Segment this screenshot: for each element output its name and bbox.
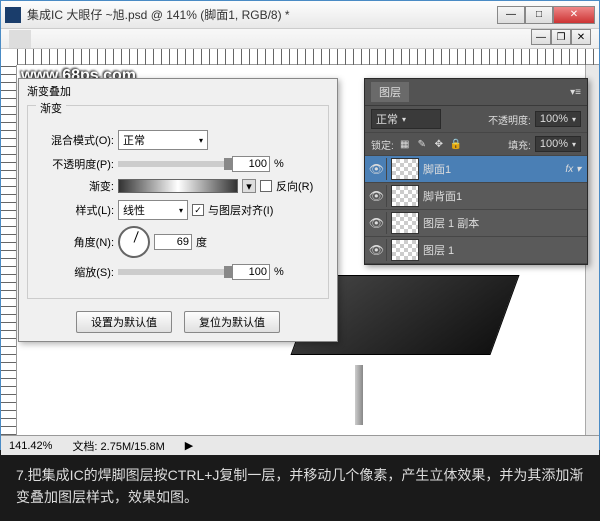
layer-row[interactable]: 👁 图层 1 副本 (365, 210, 587, 237)
layer-thumb[interactable] (391, 185, 419, 207)
ruler-vertical (1, 65, 17, 435)
doc-tabbar: — ❐ ✕ (1, 29, 599, 49)
visibility-icon[interactable]: 👁 (367, 239, 387, 261)
lock-all-icon[interactable]: 🔒 (449, 137, 463, 151)
gradient-overlay-dialog: 渐变叠加 渐变 混合模式(O): 正常 不透明度(P): % 渐变: ▾ 反向(… (18, 78, 338, 342)
layer-opacity-input[interactable]: 100% (535, 111, 581, 127)
align-checkbox[interactable]: ✓ (192, 204, 204, 216)
layer-thumb[interactable] (391, 239, 419, 261)
angle-unit: 度 (196, 234, 207, 250)
gradient-label: 渐变: (36, 178, 114, 194)
lock-label: 锁定: (371, 137, 394, 152)
window-title: 集成IC 大眼仔 ~旭.psd @ 141% (脚面1, RGB/8) * (27, 6, 497, 23)
angle-input[interactable] (154, 234, 192, 250)
maximize-button[interactable]: □ (525, 6, 553, 24)
layer-list: 👁 脚面1fx ▾ 👁 脚背面1 👁 图层 1 副本 👁 图层 1 (365, 156, 587, 264)
layer-thumb[interactable] (391, 212, 419, 234)
chip-artwork (305, 275, 525, 385)
layers-panel: 图层 ▾≡ 正常 不透明度: 100% 锁定: ▦ ✎ ✥ 🔒 填充: 100%… (364, 78, 588, 265)
layer-name: 图层 1 副本 (423, 215, 585, 231)
blend-mode-dropdown[interactable]: 正常 (118, 130, 208, 150)
titlebar: 集成IC 大眼仔 ~旭.psd @ 141% (脚面1, RGB/8) * — … (1, 1, 599, 29)
angle-label: 角度(N): (36, 234, 114, 250)
visibility-icon[interactable]: 👁 (367, 158, 387, 180)
fx-badge[interactable]: fx ▾ (565, 164, 581, 175)
layer-name: 脚面1 (423, 161, 565, 177)
zoom-level[interactable]: 141.42% (9, 440, 52, 452)
doc-minimize-button[interactable]: — (531, 29, 551, 45)
scale-slider[interactable] (118, 269, 228, 275)
doc-restore-button[interactable]: ❐ (551, 29, 571, 45)
set-default-button[interactable]: 设置为默认值 (76, 311, 172, 333)
layer-opacity-label: 不透明度: (488, 112, 531, 127)
layer-row[interactable]: 👁 脚面1fx ▾ (365, 156, 587, 183)
app-icon (5, 7, 21, 23)
layer-name: 图层 1 (423, 242, 585, 258)
gradient-edit-button[interactable]: ▾ (242, 179, 256, 193)
layer-name: 脚背面1 (423, 188, 585, 204)
section-label: 渐变 (36, 100, 66, 116)
opacity-slider[interactable] (118, 161, 228, 167)
fill-label: 填充: (508, 137, 531, 152)
ruler-horizontal (17, 49, 599, 65)
doc-tab[interactable] (9, 30, 31, 48)
gradient-preview[interactable] (118, 179, 238, 193)
panel-menu-icon[interactable]: ▾≡ (570, 87, 581, 98)
lock-paint-icon[interactable]: ✎ (415, 137, 429, 151)
doc-close-button[interactable]: ✕ (571, 29, 591, 45)
blend-mode-label: 混合模式(O): (36, 132, 114, 148)
dialog-title: 渐变叠加 (19, 79, 337, 101)
lock-move-icon[interactable]: ✥ (432, 137, 446, 151)
layer-blend-dropdown[interactable]: 正常 (371, 109, 441, 129)
layers-tab[interactable]: 图层 (371, 82, 409, 102)
visibility-icon[interactable]: 👁 (367, 212, 387, 234)
layer-row[interactable]: 👁 图层 1 (365, 237, 587, 264)
fill-input[interactable]: 100% (535, 136, 581, 152)
angle-dial[interactable] (118, 226, 150, 258)
visibility-icon[interactable]: 👁 (367, 185, 387, 207)
scale-input[interactable] (232, 264, 270, 280)
layer-thumb[interactable] (391, 158, 419, 180)
tutorial-caption: 7.把集成IC的焊脚图层按CTRL+J复制一层，并移动几个像素，产生立体效果，并… (0, 452, 600, 521)
style-label: 样式(L): (36, 202, 114, 218)
lock-transparent-icon[interactable]: ▦ (398, 137, 412, 151)
scale-label: 缩放(S): (36, 264, 114, 280)
opacity-label: 不透明度(P): (36, 156, 114, 172)
layer-row[interactable]: 👁 脚背面1 (365, 183, 587, 210)
status-arrow-icon[interactable]: ▶ (185, 439, 193, 452)
close-button[interactable]: ✕ (553, 6, 595, 24)
reverse-checkbox[interactable] (260, 180, 272, 192)
reset-default-button[interactable]: 复位为默认值 (184, 311, 280, 333)
minimize-button[interactable]: — (497, 6, 525, 24)
style-dropdown[interactable]: 线性 (118, 200, 188, 220)
opacity-input[interactable] (232, 156, 270, 172)
reverse-label: 反向(R) (276, 178, 313, 194)
align-label: 与图层对齐(I) (208, 202, 273, 218)
